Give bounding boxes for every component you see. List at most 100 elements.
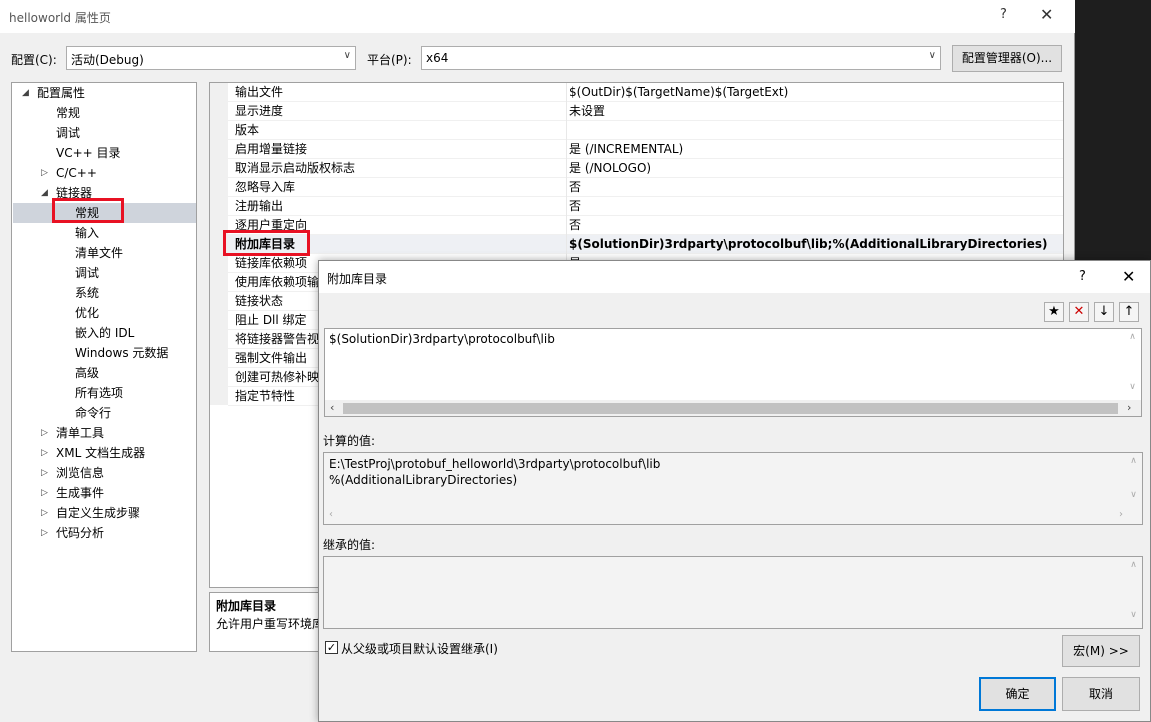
property-tree: ◢ 配置属性 常规 调试 VC++ 目录 ▷ C/C++ ◢ 链接器 常规 输入 清单…: [11, 82, 197, 652]
collapsed-arrow-icon: ▷: [41, 488, 48, 498]
dialog-title: 附加库目录: [327, 272, 388, 286]
property-name: 链接状态: [235, 294, 284, 308]
tree-item-linker-all-options[interactable]: 所有选项: [75, 383, 123, 403]
new-line-icon[interactable]: ★: [1044, 302, 1064, 322]
macros-button[interactable]: 宏(M) >>: [1062, 635, 1140, 667]
scroll-left-icon[interactable]: ‹: [329, 509, 333, 520]
property-value: 是 (/NOLOGO): [569, 161, 652, 175]
property-name: 取消显示启动版权标志: [235, 161, 356, 175]
property-row[interactable]: 版本: [228, 121, 1063, 140]
property-row[interactable]: 显示进度 未设置: [228, 102, 1063, 121]
scroll-right-icon[interactable]: ›: [1119, 509, 1123, 520]
property-name: 忽略导入库: [235, 180, 296, 194]
title-bar: helloworld 属性页 ? ✕: [0, 0, 1075, 33]
directory-entry[interactable]: $(SolutionDir)3rdparty\protocolbuf\lib: [329, 332, 555, 346]
description-panel: 附加库目录 允许用户重写环境库: [209, 592, 329, 652]
dialog-help-button[interactable]: ?: [1079, 269, 1086, 284]
tree-item-linker-idl[interactable]: 嵌入的 IDL: [75, 323, 134, 343]
move-down-icon[interactable]: ↓: [1094, 302, 1114, 322]
property-row[interactable]: 启用增量链接 是 (/INCREMENTAL): [228, 140, 1063, 159]
tree-item-linker-optimization[interactable]: 优化: [75, 303, 99, 323]
property-row[interactable]: 注册输出 否: [228, 197, 1063, 216]
property-value: 是 (/INCREMENTAL): [569, 142, 684, 156]
cancel-button[interactable]: 取消: [1062, 677, 1140, 711]
inherit-checkbox-label[interactable]: 从父级或项目默认设置继承(I): [341, 640, 498, 657]
tree-item-browse-info[interactable]: ▷ 浏览信息: [41, 463, 104, 483]
tree-item-manifest-tool[interactable]: ▷ 清单工具: [41, 423, 104, 443]
tree-item-build-events[interactable]: ▷ 生成事件: [41, 483, 104, 503]
config-select[interactable]: 活动(Debug) ∨: [66, 46, 356, 70]
property-value: $(OutDir)$(TargetName)$(TargetExt): [569, 85, 789, 99]
move-up-icon[interactable]: ↑: [1119, 302, 1139, 322]
dialog-close-icon[interactable]: ✕: [1122, 267, 1135, 286]
property-name: 将链接器警告视: [235, 332, 320, 346]
computed-label: 计算的值:: [323, 434, 376, 448]
highlight-box: [223, 230, 310, 256]
vertical-scrollbar[interactable]: ∧ ∨: [1125, 453, 1142, 508]
property-name: 版本: [235, 123, 260, 137]
horizontal-scrollbar[interactable]: ‹ ›: [325, 400, 1141, 416]
tree-item-linker-winmd[interactable]: Windows 元数据: [75, 343, 168, 363]
ok-button[interactable]: 确定: [979, 677, 1056, 711]
tree-item-linker-debugging[interactable]: 调试: [75, 263, 99, 283]
expanded-arrow-icon: ◢: [41, 188, 48, 198]
tree-item-vc-dirs[interactable]: VC++ 目录: [56, 143, 121, 163]
collapsed-arrow-icon: ▷: [41, 168, 48, 178]
property-name: 输出文件: [235, 85, 284, 99]
collapsed-arrow-icon: ▷: [41, 468, 48, 478]
delete-line-icon[interactable]: ✕: [1069, 302, 1089, 322]
property-row[interactable]: 取消显示启动版权标志 是 (/NOLOGO): [228, 159, 1063, 178]
property-name: 阻止 Dll 绑定: [235, 313, 307, 327]
property-name: 显示进度: [235, 104, 284, 118]
description-text: 允许用户重写环境库: [216, 617, 325, 631]
property-name: 使用库依赖项输: [235, 275, 320, 289]
help-button[interactable]: ?: [1000, 7, 1007, 22]
tree-label: XML 文档生成器: [56, 446, 146, 460]
property-name: 启用增量链接: [235, 142, 308, 156]
property-name: 链接库依赖项: [235, 256, 308, 270]
column-divider: [566, 102, 567, 121]
tree-item-linker-command-line[interactable]: 命令行: [75, 403, 111, 423]
property-name: 强制文件输出: [235, 351, 308, 365]
tree-item-custom-build[interactable]: ▷ 自定义生成步骤: [41, 503, 140, 523]
platform-label: 平台(P):: [367, 53, 412, 67]
tree-item-linker-input[interactable]: 输入: [75, 223, 99, 243]
collapsed-arrow-icon: ▷: [41, 528, 48, 538]
config-manager-button[interactable]: 配置管理器(O)...: [952, 45, 1062, 72]
tree-item-xml-doc[interactable]: ▷ XML 文档生成器: [41, 443, 145, 463]
scroll-thumb[interactable]: [343, 403, 1118, 414]
tree-item-linker-manifest[interactable]: 清单文件: [75, 243, 123, 263]
tree-label: 配置属性: [37, 86, 86, 100]
tree-item-general[interactable]: 常规: [56, 103, 80, 123]
vertical-scrollbar[interactable]: ∧ ∨: [1125, 557, 1142, 628]
property-row[interactable]: 附加库目录 $(SolutionDir)3rdparty\protocolbuf\…: [228, 235, 1063, 254]
platform-select[interactable]: x64 ∨: [421, 46, 941, 70]
tree-item-c-cpp[interactable]: ▷ C/C++: [41, 163, 97, 183]
directory-list[interactable]: $(SolutionDir)3rdparty\protocolbuf\lib ∧…: [324, 328, 1142, 417]
computed-line: %(AdditionalLibraryDirectories): [329, 473, 518, 487]
dialog-title-bar: 附加库目录 ? ✕: [319, 261, 1150, 293]
column-divider: [566, 178, 567, 197]
property-row[interactable]: 忽略导入库 否: [228, 178, 1063, 197]
vertical-scrollbar[interactable]: ∧ ∨: [1124, 329, 1141, 399]
column-divider: [566, 121, 567, 140]
property-value: 未设置: [569, 104, 606, 118]
inherit-checkbox[interactable]: ✓: [325, 641, 338, 654]
tree-label: 自定义生成步骤: [56, 506, 141, 520]
tree-item-debugging[interactable]: 调试: [56, 123, 80, 143]
tree-item-config-props[interactable]: ◢ 配置属性: [22, 83, 85, 103]
tree-label: C/C++: [56, 166, 97, 180]
highlight-box: [52, 198, 124, 223]
platform-value: x64: [426, 51, 449, 65]
computed-line: E:\TestProj\protobuf_helloworld\3rdparty…: [329, 457, 661, 471]
tree-item-linker-system[interactable]: 系统: [75, 283, 99, 303]
property-row[interactable]: 输出文件 $(OutDir)$(TargetName)$(TargetExt): [228, 83, 1063, 102]
description-title: 附加库目录: [216, 599, 277, 613]
close-icon[interactable]: ✕: [1040, 5, 1053, 24]
chevron-down-icon: ∨: [343, 50, 351, 61]
tree-item-linker-advanced[interactable]: 高级: [75, 363, 99, 383]
tree-item-code-analysis[interactable]: ▷ 代码分析: [41, 523, 104, 543]
config-label: 配置(C):: [11, 53, 57, 67]
property-name: 注册输出: [235, 199, 284, 213]
property-row[interactable]: 逐用户重定向否: [228, 216, 1063, 235]
